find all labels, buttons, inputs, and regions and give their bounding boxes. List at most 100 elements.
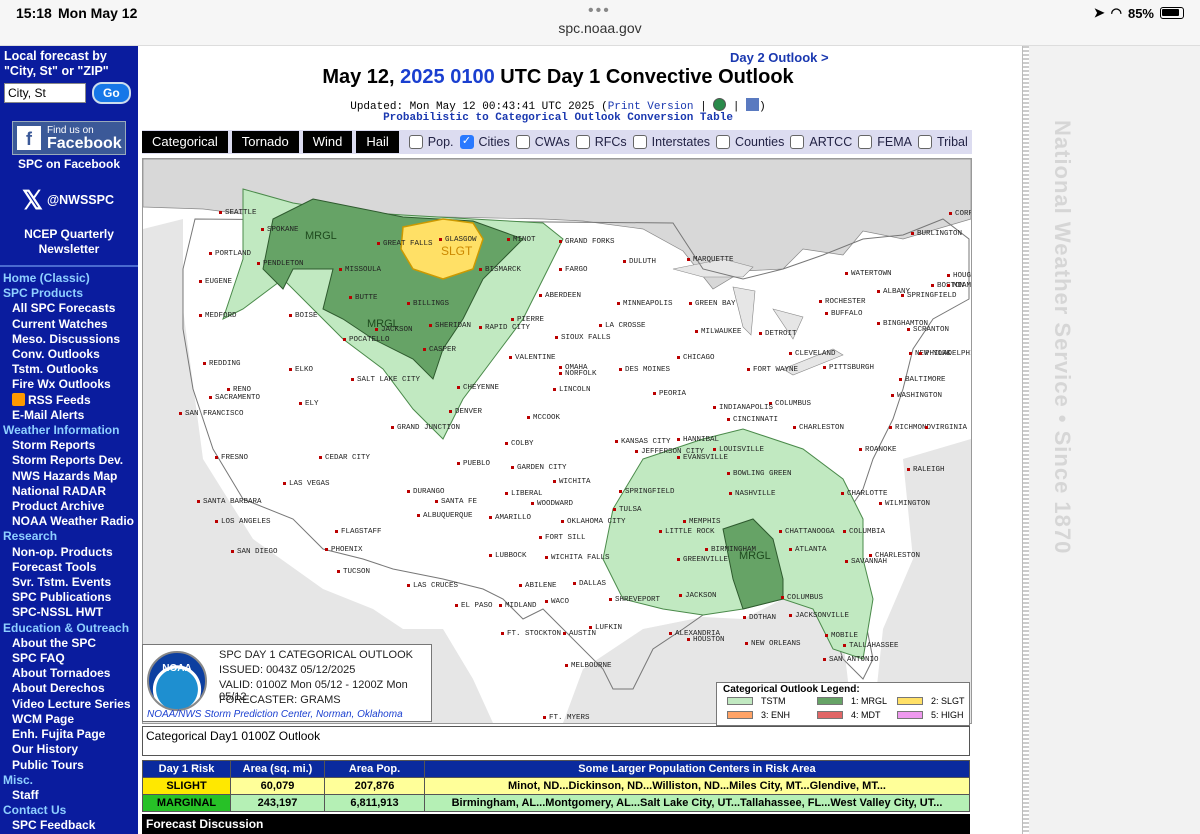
go-button[interactable]: Go — [92, 82, 131, 104]
checkbox-fema[interactable]: FEMA — [858, 135, 912, 149]
scroll-track[interactable] — [1023, 46, 1029, 834]
unchecked-box-icon[interactable] — [632, 135, 647, 149]
sidebar-item-noaa-weather-radio[interactable]: NOAA Weather Radio — [0, 514, 138, 529]
sidebar-item-label: About the SPC — [12, 635, 96, 650]
tab-categorical[interactable]: Categorical — [142, 131, 228, 153]
sidebar-item-staff[interactable]: Staff — [0, 788, 138, 803]
city-label: BIRMINGHAM — [711, 546, 757, 554]
sidebar-item-storm-reports[interactable]: Storm Reports — [0, 438, 138, 453]
prob-conversion-link[interactable]: Probabilistic to Categorical Outlook Con… — [138, 112, 978, 124]
city-dot — [869, 554, 872, 557]
city-label: CHARLOTTE — [847, 490, 888, 498]
shapefile-icon[interactable] — [746, 98, 760, 111]
checkbox-interstates[interactable]: Interstates — [632, 135, 710, 149]
sidebar-item-about-tornadoes[interactable]: About Tornadoes — [0, 666, 138, 681]
facebook-button[interactable]: f Find us on Facebook — [12, 121, 126, 155]
sidebar-item-video-lecture-series[interactable]: Video Lecture Series — [0, 697, 138, 712]
ncep-newsletter-link[interactable]: NCEP Quarterly Newsletter — [0, 227, 138, 257]
sidebar-item-storm-reports-dev[interactable]: Storm Reports Dev. — [0, 453, 138, 468]
city-label: CHEYENNE — [463, 384, 500, 392]
sidebar-item-fire-wx-outlooks[interactable]: Fire Wx Outlooks — [0, 377, 138, 392]
more-dots-icon[interactable]: ••• — [588, 2, 611, 20]
checkbox-artcc[interactable]: ARTCC — [790, 135, 852, 149]
sidebar-item-spc-products[interactable]: SPC Products — [0, 286, 138, 301]
checkbox-rfcs[interactable]: RFCs — [575, 135, 627, 149]
sidebar-item-current-watches[interactable]: Current Watches — [0, 317, 138, 332]
spc-facebook-link[interactable]: SPC on Facebook — [0, 157, 138, 171]
unchecked-box-icon[interactable] — [408, 135, 423, 149]
sidebar-item-national-radar[interactable]: National RADAR — [0, 484, 138, 499]
city-dot — [505, 492, 508, 495]
city-dot — [283, 482, 286, 485]
city-label: LAS VEGAS — [289, 480, 330, 488]
city-label: MISSOULA — [345, 266, 382, 274]
sidebar-item-our-history[interactable]: Our History — [0, 742, 138, 757]
sidebar-item-weather-information[interactable]: Weather Information — [0, 423, 138, 438]
sidebar-item-label: SPC Publications — [12, 590, 112, 605]
sidebar-item-product-archive[interactable]: Product Archive — [0, 499, 138, 514]
sidebar-item-research[interactable]: Research — [0, 529, 138, 544]
sidebar-item-home-classic[interactable]: Home (Classic) — [0, 271, 138, 286]
risk-table: Day 1 Risk Area (sq. mi.) Area Pop. Some… — [142, 760, 970, 812]
sidebar: Local forecast by "City, St" or "ZIP" Go… — [0, 46, 138, 834]
day2-outlook-link[interactable]: Day 2 Outlook > — [730, 50, 829, 65]
sidebar-item-rss-feeds[interactable]: RSS Feeds — [0, 392, 138, 408]
sidebar-item-spc-publications[interactable]: SPC Publications — [0, 590, 138, 605]
checkbox-counties[interactable]: Counties — [716, 135, 784, 149]
unchecked-box-icon[interactable] — [515, 135, 530, 149]
sidebar-item-spc-faq[interactable]: SPC FAQ — [0, 651, 138, 666]
unchecked-box-icon[interactable] — [858, 135, 873, 149]
sidebar-item-enh-fujita-page[interactable]: Enh. Fujita Page — [0, 727, 138, 742]
tab-wind[interactable]: Wind — [302, 131, 353, 153]
city-dot — [417, 514, 420, 517]
sidebar-item-tstm-outlooks[interactable]: Tstm. Outlooks — [0, 362, 138, 377]
sidebar-item-nws-hazards-map[interactable]: NWS Hazards Map — [0, 469, 138, 484]
sidebar-item-misc[interactable]: Misc. — [0, 773, 138, 788]
sidebar-item-contact-us[interactable]: Contact Us — [0, 803, 138, 818]
checkbox-cities[interactable]: ✓ Cities — [459, 135, 510, 149]
x-twitter-link[interactable]: 𝕏 @NWSSPC — [12, 183, 126, 217]
sidebar-item-meso-discussions[interactable]: Meso. Discussions — [0, 332, 138, 347]
sidebar-item-public-tours[interactable]: Public Tours — [0, 758, 138, 773]
sidebar-item-e-mail-alerts[interactable]: E-Mail Alerts — [0, 408, 138, 423]
sidebar-item-svr-tstm-events[interactable]: Svr. Tstm. Events — [0, 575, 138, 590]
sidebar-item-about-derechos[interactable]: About Derechos — [0, 681, 138, 696]
unchecked-box-icon[interactable] — [716, 135, 731, 149]
city-label: CLEVELAND — [795, 350, 836, 358]
sidebar-item-wcm-page[interactable]: WCM Page — [0, 712, 138, 727]
checkbox-tribal[interactable]: Tribal — [917, 135, 968, 149]
sidebar-item-about-the-spc[interactable]: About the SPC — [0, 636, 138, 651]
city-dot — [687, 258, 690, 261]
checked-box-icon[interactable]: ✓ — [459, 135, 474, 149]
city-label: LAS CRUCES — [413, 582, 459, 590]
tab-hail[interactable]: Hail — [356, 131, 399, 153]
slgt-label: SLGT — [441, 244, 473, 258]
nws-watermark: National Weather Service • Since 1870 — [1050, 120, 1075, 555]
city-dot — [197, 500, 200, 503]
kml-globe-icon[interactable] — [713, 98, 727, 111]
tab-tornado[interactable]: Tornado — [231, 131, 299, 153]
city-dot — [199, 314, 202, 317]
sidebar-item-education-outreach[interactable]: Education & Outreach — [0, 621, 138, 636]
sidebar-item-spc-feedback[interactable]: SPC Feedback — [0, 818, 138, 833]
unchecked-box-icon[interactable] — [917, 135, 932, 149]
checkbox-pop[interactable]: Pop. — [408, 135, 454, 149]
legend-label: 5: HIGH — [931, 710, 964, 720]
city-label: COLUMBUS — [775, 400, 812, 408]
city-label: ABERDEEN — [545, 292, 581, 300]
unchecked-box-icon[interactable] — [575, 135, 590, 149]
outlook-map[interactable]: MRGL MRGL MRGL SLGT SEATTLE SPOKANE GREAT … — [139, 154, 1018, 724]
city-dot — [179, 412, 182, 415]
unchecked-box-icon[interactable] — [790, 135, 805, 149]
sidebar-item-forecast-tools[interactable]: Forecast Tools — [0, 560, 138, 575]
city-search-input[interactable] — [4, 83, 86, 103]
home-indicator[interactable] — [440, 822, 578, 827]
sidebar-item-non-op-products[interactable]: Non-op. Products — [0, 545, 138, 560]
address-bar[interactable]: spc.noaa.gov — [0, 20, 1200, 36]
city-dot — [489, 554, 492, 557]
sidebar-item-all-spc-forecasts[interactable]: All SPC Forecasts — [0, 301, 138, 316]
sidebar-item-spc-nssl-hwt[interactable]: SPC-NSSL HWT — [0, 605, 138, 620]
sidebar-item-conv-outlooks[interactable]: Conv. Outlooks — [0, 347, 138, 362]
checkbox-cwas[interactable]: CWAs — [515, 135, 570, 149]
sidebar-item-label: Weather Information — [3, 423, 120, 438]
